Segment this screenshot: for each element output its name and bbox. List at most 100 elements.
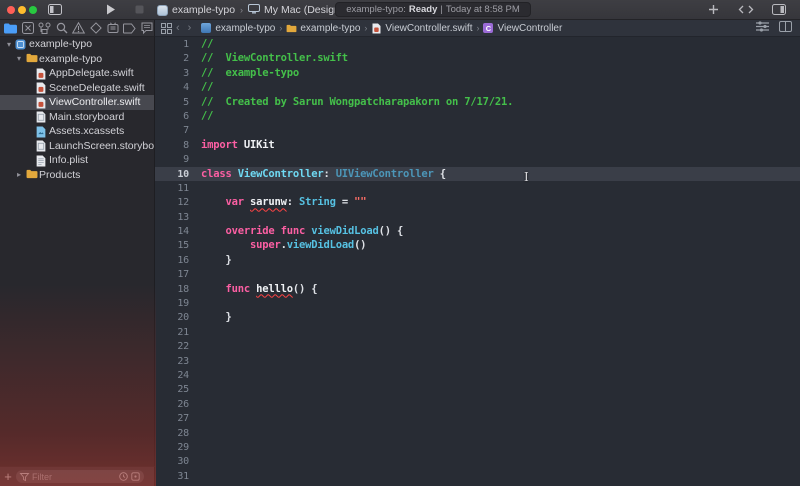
line-number[interactable]: 4 <box>155 81 189 95</box>
clock-icon[interactable] <box>119 472 128 481</box>
code-line-11[interactable]: 11 <box>155 181 800 195</box>
add-editor-icon[interactable] <box>779 21 792 35</box>
line-number[interactable]: 17 <box>155 268 189 282</box>
back-button[interactable]: ‹ <box>172 22 184 34</box>
navigator-tab-breakpoint-navigator[interactable] <box>123 22 136 35</box>
line-number[interactable]: 24 <box>155 369 189 383</box>
code-review-icon[interactable] <box>738 5 754 14</box>
sidebar-item-example-typo[interactable]: ▾ example-typo <box>0 37 154 52</box>
breadcrumb-item[interactable]: example-typo <box>201 23 275 34</box>
line-number[interactable]: 10 <box>155 168 189 182</box>
code-line-24[interactable]: 24 <box>155 368 800 382</box>
code-line-20[interactable]: 20 } <box>155 310 800 324</box>
sidebar-item-appdelegate-swift[interactable]: AppDelegate.swift <box>0 66 154 81</box>
status-badge-icon[interactable] <box>131 472 140 481</box>
line-number[interactable]: 9 <box>155 153 189 167</box>
code-line-31[interactable]: 31 <box>155 469 800 483</box>
chevron-down-icon[interactable]: ▾ <box>15 54 23 63</box>
activity-status[interactable]: example-typo: Ready | Today at 8:58 PM <box>335 2 531 17</box>
stop-icon[interactable] <box>135 5 144 14</box>
filter-input[interactable]: Filter <box>16 470 144 483</box>
run-play-icon[interactable] <box>106 4 116 15</box>
line-number[interactable]: 3 <box>155 67 189 81</box>
line-number[interactable]: 15 <box>155 239 189 253</box>
minimize-button[interactable] <box>18 6 26 14</box>
line-number[interactable]: 11 <box>155 182 189 196</box>
navigator-tab-report-navigator[interactable] <box>140 22 153 35</box>
code-line-26[interactable]: 26 <box>155 397 800 411</box>
editor-options-icon[interactable] <box>756 21 769 35</box>
chevron-down-icon[interactable]: ▾ <box>5 40 13 49</box>
line-number[interactable]: 6 <box>155 110 189 124</box>
code-line-27[interactable]: 27 <box>155 411 800 425</box>
sidebar-item-assets-xcassets[interactable]: Assets.xcassets <box>0 124 154 139</box>
breadcrumb-item[interactable]: C ViewController <box>483 23 562 34</box>
add-file-button[interactable]: + <box>0 469 16 484</box>
line-number[interactable]: 29 <box>155 441 189 455</box>
code-line-2[interactable]: 2 // ViewController.swift <box>155 51 800 65</box>
code-line-3[interactable]: 3 // example-typo <box>155 66 800 80</box>
zoom-button[interactable] <box>29 6 37 14</box>
line-number[interactable]: 2 <box>155 52 189 66</box>
code-line-6[interactable]: 6 // <box>155 109 800 123</box>
inspector-toggle-icon[interactable] <box>772 4 786 15</box>
code-line-28[interactable]: 28 <box>155 426 800 440</box>
code-line-19[interactable]: 19 <box>155 296 800 310</box>
code-line-8[interactable]: 8 import UIKit <box>155 138 800 152</box>
source-editor[interactable]: 1 // 2 // ViewController.swift 3 // example-t… <box>155 37 800 486</box>
line-number[interactable]: 14 <box>155 225 189 239</box>
sidebar-item-example-typo[interactable]: ▾ example-typo <box>0 52 154 67</box>
code-line-22[interactable]: 22 <box>155 339 800 353</box>
code-line-16[interactable]: 16 } <box>155 253 800 267</box>
code-line-29[interactable]: 29 <box>155 440 800 454</box>
navigator-tab-find-navigator[interactable] <box>55 22 68 35</box>
navigator-tab-issue-navigator[interactable] <box>71 21 86 35</box>
line-number[interactable]: 5 <box>155 96 189 110</box>
line-number[interactable]: 30 <box>155 455 189 469</box>
line-number[interactable]: 1 <box>155 38 189 52</box>
code-line-14[interactable]: 14 override func viewDidLoad() { <box>155 224 800 238</box>
breadcrumb-item[interactable]: example-typo <box>286 23 360 34</box>
line-number[interactable]: 19 <box>155 297 189 311</box>
navigator-tab-symbol-navigator[interactable] <box>38 22 51 35</box>
forward-button[interactable]: › <box>184 22 196 34</box>
related-items-grid-icon[interactable] <box>155 22 172 34</box>
close-button[interactable] <box>7 6 15 14</box>
code-line-15[interactable]: 15 super.viewDidLoad() <box>155 238 800 252</box>
line-number[interactable]: 31 <box>155 470 189 484</box>
code-line-18[interactable]: 18 func helllo() { <box>155 282 800 296</box>
add-plus-icon[interactable] <box>708 4 719 15</box>
code-line-7[interactable]: 7 <box>155 123 800 137</box>
code-line-23[interactable]: 23 <box>155 354 800 368</box>
line-number[interactable]: 20 <box>155 311 189 325</box>
navigator-tab-test-navigator[interactable] <box>89 22 102 35</box>
code-line-1[interactable]: 1 // <box>155 37 800 51</box>
line-number[interactable]: 8 <box>155 139 189 153</box>
sidebar-item-launchscreen-storyboard[interactable]: LaunchScreen.storyboard <box>0 139 154 154</box>
line-number[interactable]: 18 <box>155 283 189 297</box>
line-number[interactable]: 25 <box>155 383 189 397</box>
sidebar-item-products[interactable]: ▸ Products <box>0 168 154 183</box>
code-line-12[interactable]: 12 var sarunw: String = "" <box>155 195 800 209</box>
code-line-9[interactable]: 9 <box>155 152 800 166</box>
code-line-30[interactable]: 30 <box>155 454 800 468</box>
sidebar-toggle-icon[interactable] <box>48 4 62 15</box>
navigator-tab-debug-navigator[interactable] <box>106 22 119 35</box>
navigator-tab-source-control-navigator[interactable] <box>21 22 34 35</box>
sidebar-item-viewcontroller-swift[interactable]: ViewController.swift <box>0 95 154 110</box>
line-number[interactable]: 16 <box>155 254 189 268</box>
code-line-25[interactable]: 25 <box>155 382 800 396</box>
line-number[interactable]: 22 <box>155 340 189 354</box>
sidebar-item-main-storyboard[interactable]: Main.storyboard <box>0 110 154 125</box>
line-number[interactable]: 23 <box>155 355 189 369</box>
code-line-13[interactable]: 13 <box>155 210 800 224</box>
sidebar-item-scenedelegate-swift[interactable]: SceneDelegate.swift <box>0 81 154 96</box>
code-line-17[interactable]: 17 <box>155 267 800 281</box>
code-line-10[interactable]: 10 class ViewController: UIViewController… <box>155 166 800 182</box>
line-number[interactable]: 26 <box>155 398 189 412</box>
breadcrumb-item[interactable]: ViewController.swift <box>371 23 472 34</box>
navigator-tab-project-navigator[interactable] <box>4 22 17 35</box>
line-number[interactable]: 12 <box>155 196 189 210</box>
chevron-right-icon[interactable]: ▸ <box>15 170 23 179</box>
line-number[interactable]: 28 <box>155 427 189 441</box>
